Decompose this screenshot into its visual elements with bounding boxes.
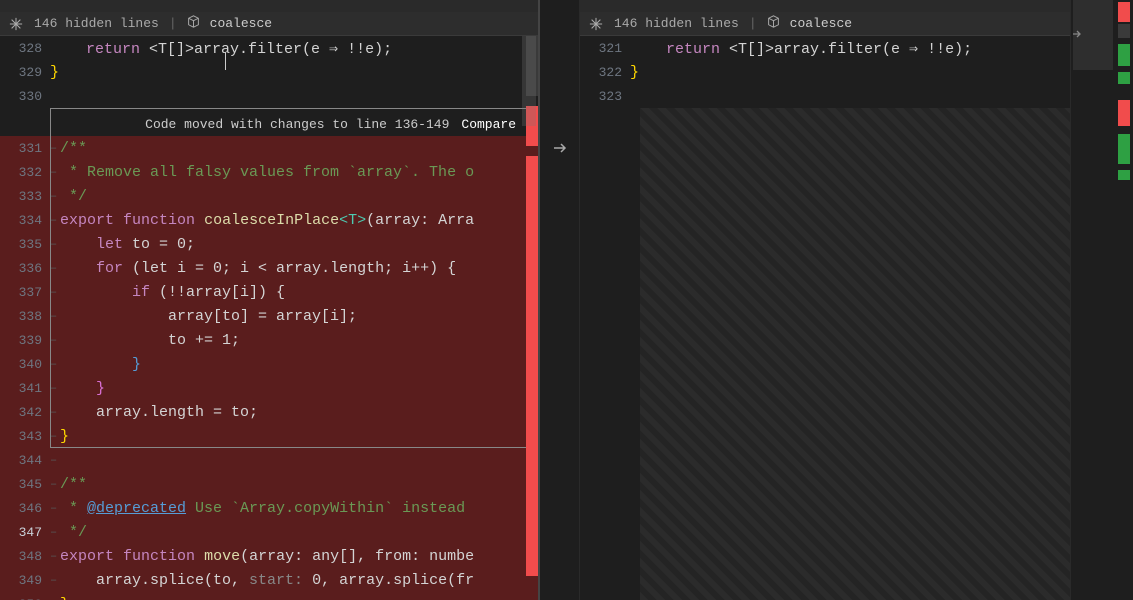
diff-gutter-center [540, 0, 580, 600]
fold-icon[interactable] [588, 16, 604, 32]
right-code-area[interactable]: 146 hidden lines | coalesce 321 return <… [580, 0, 1070, 600]
line-number: 329 [0, 65, 50, 80]
text-cursor [225, 52, 226, 70]
diff-left-pane: 146 hidden lines | coalesce 328 return <… [0, 0, 540, 600]
fold-bar-left[interactable]: 146 hidden lines | coalesce [0, 12, 538, 36]
line-number: 330 [0, 89, 50, 104]
line-number: 322 [580, 65, 630, 80]
line-number: 323 [580, 89, 630, 104]
separator: | [169, 16, 177, 31]
symbol-name[interactable]: coalesce [790, 16, 852, 31]
symbol-name[interactable]: coalesce [210, 16, 272, 31]
truncated-top [580, 0, 1070, 12]
right-scrollbar[interactable] [1070, 0, 1115, 600]
fold-icon[interactable] [8, 16, 24, 32]
truncated-top [0, 0, 538, 12]
cube-icon [767, 15, 780, 32]
cube-icon [187, 15, 200, 32]
diff-placeholder-hatched [640, 108, 1070, 600]
compare-link[interactable]: Compare [461, 117, 516, 132]
scrollbar-thumb[interactable] [522, 36, 536, 126]
hidden-lines-label: 146 hidden lines [614, 16, 739, 31]
collapse-arrow-icon[interactable] [1071, 28, 1083, 45]
left-code-area[interactable]: 328 return <T[]>array.filter(e ⇒ !!e); 3… [0, 36, 538, 600]
fold-bar-right[interactable]: 146 hidden lines | coalesce [580, 12, 1070, 36]
line-number: 331 [0, 141, 50, 156]
move-banner-text: Code moved with changes to line 136-149 [145, 117, 449, 132]
right-overview-ruler[interactable] [1115, 0, 1133, 600]
hidden-lines-label: 146 hidden lines [34, 16, 159, 31]
diff-right-pane: 146 hidden lines | coalesce 321 return <… [580, 0, 1133, 600]
line-number: 328 [0, 41, 50, 56]
move-arrow-icon[interactable] [552, 140, 568, 161]
move-banner: Code moved with changes to line 136-149 … [137, 110, 524, 138]
line-number: 321 [580, 41, 630, 56]
